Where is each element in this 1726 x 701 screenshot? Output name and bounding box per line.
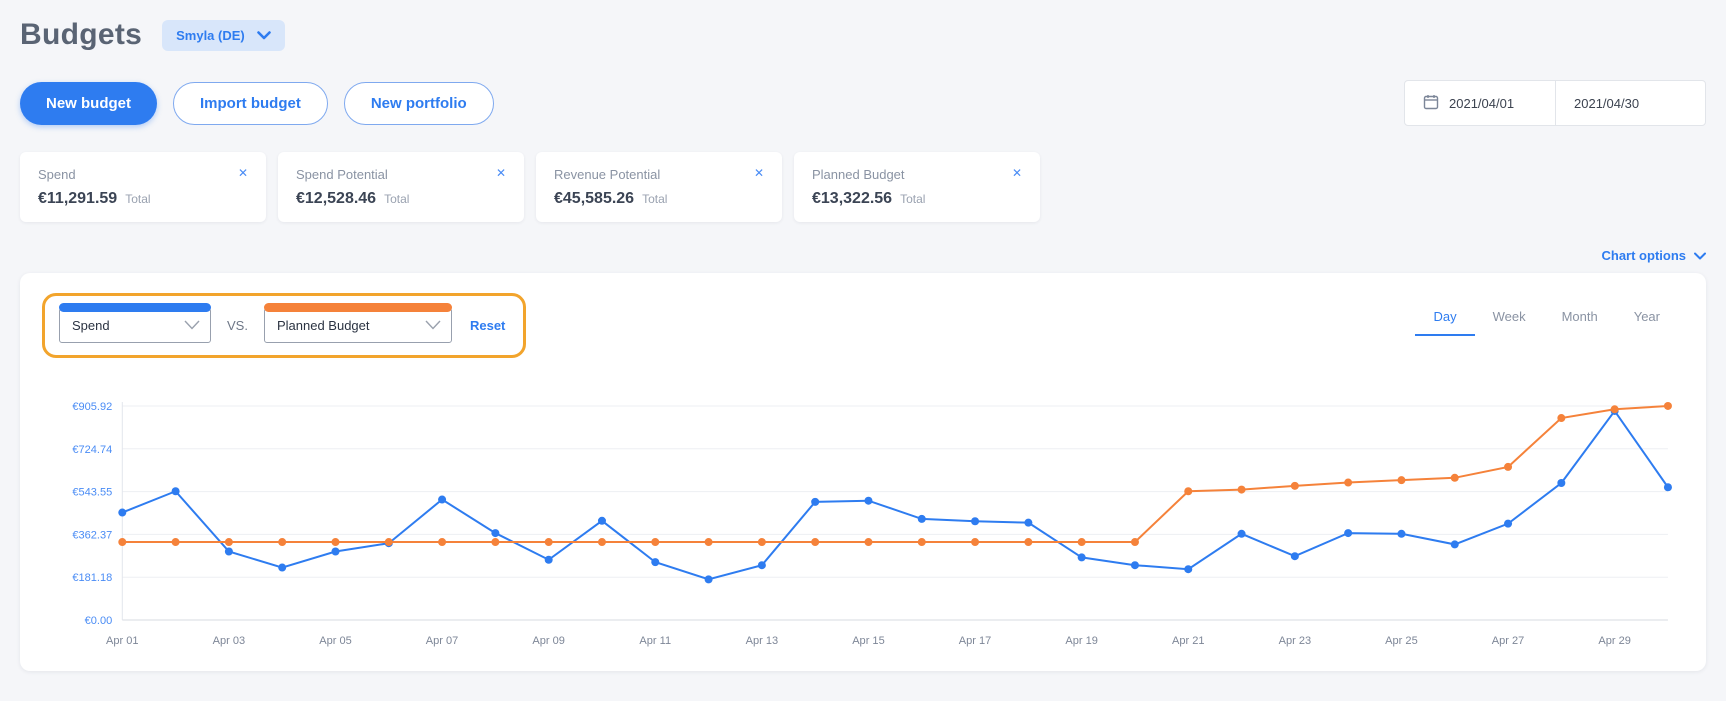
chevron-down-icon <box>184 318 200 333</box>
tab-month[interactable]: Month <box>1544 309 1616 336</box>
close-icon[interactable]: ✕ <box>1012 167 1022 179</box>
chevron-down-icon <box>256 28 271 43</box>
page-title: Budgets <box>20 18 143 51</box>
metric-value: €11,291.59 <box>38 190 118 207</box>
page-header: Budgets Smyla (DE) <box>20 18 1706 52</box>
svg-text:Apr 07: Apr 07 <box>426 635 459 647</box>
metric-label: Revenue Potential <box>554 167 661 182</box>
line-chart-svg: €0.00 €181.18 €362.37 €543.55 €724.74 €905.92… <box>72 401 1672 647</box>
svg-text:€0.00: €0.00 <box>85 615 113 627</box>
metric-value: €13,322.56 <box>812 190 893 207</box>
chart-controls: Spend VS. Planned Budget Reset Day Week … <box>42 293 1684 358</box>
account-selector[interactable]: Smyla (DE) <box>162 19 285 51</box>
tab-day[interactable]: Day <box>1415 309 1475 336</box>
svg-text:Apr 23: Apr 23 <box>1279 635 1312 647</box>
series-compare-highlight: Spend VS. Planned Budget Reset <box>42 293 527 358</box>
date-range-picker: 2021/04/01 2021/04/30 <box>1404 80 1706 126</box>
calendar-icon <box>1423 94 1439 113</box>
date-start-value: 2021/04/01 <box>1449 95 1515 111</box>
tab-year[interactable]: Year <box>1616 309 1678 336</box>
toolbar: New budget Import budget New portfolio 2… <box>20 80 1706 126</box>
svg-text:€724.74: €724.74 <box>72 444 112 456</box>
date-start-field[interactable]: 2021/04/01 <box>1405 81 1555 125</box>
granularity-tabs: Day Week Month Year <box>1415 309 1678 336</box>
close-icon[interactable]: ✕ <box>754 167 764 179</box>
metric-label: Spend Potential <box>296 167 388 182</box>
chevron-down-icon <box>1694 248 1706 263</box>
chart-options-label: Chart options <box>1601 248 1687 263</box>
tab-week[interactable]: Week <box>1475 309 1544 336</box>
svg-text:€543.55: €543.55 <box>72 487 112 499</box>
svg-text:Apr 25: Apr 25 <box>1385 635 1418 647</box>
left-series-dropdown[interactable]: Spend <box>59 303 211 343</box>
svg-text:Apr 13: Apr 13 <box>746 635 779 647</box>
metric-cards: Spend ✕ €11,291.59 Total Spend Potential… <box>20 152 1706 222</box>
account-selector-value: Smyla (DE) <box>176 27 245 43</box>
metric-label: Spend <box>38 167 76 182</box>
metric-card-spend-potential: Spend Potential ✕ €12,528.46 Total <box>278 152 524 222</box>
svg-text:Apr 29: Apr 29 <box>1598 635 1631 647</box>
svg-text:Apr 19: Apr 19 <box>1065 635 1098 647</box>
budgets-page: Budgets Smyla (DE) New budget Import bud… <box>0 0 1726 671</box>
svg-text:€905.92: €905.92 <box>72 401 112 413</box>
svg-text:Apr 05: Apr 05 <box>319 635 352 647</box>
budget-actions: New budget Import budget New portfolio <box>20 81 494 125</box>
close-icon[interactable]: ✕ <box>238 167 248 179</box>
chevron-down-icon <box>425 318 441 333</box>
right-series-value: Planned Budget <box>276 318 370 333</box>
close-icon[interactable]: ✕ <box>496 167 506 179</box>
new-portfolio-button[interactable]: New portfolio <box>343 81 494 125</box>
svg-text:Apr 15: Apr 15 <box>852 635 885 647</box>
reset-button[interactable]: Reset <box>470 318 505 333</box>
chart-options-link[interactable]: Chart options <box>1601 248 1706 263</box>
metric-value: €12,528.46 <box>296 190 377 207</box>
date-end-value: 2021/04/30 <box>1574 95 1640 111</box>
metric-value: €45,585.26 <box>554 190 635 207</box>
metric-card-revenue-potential: Revenue Potential ✕ €45,585.26 Total <box>536 152 782 222</box>
metric-label: Planned Budget <box>812 167 905 182</box>
svg-text:Apr 11: Apr 11 <box>639 635 671 647</box>
vs-label: VS. <box>227 318 248 333</box>
chart-card: Spend VS. Planned Budget Reset Day Week … <box>20 273 1706 671</box>
right-series-dropdown[interactable]: Planned Budget <box>263 303 452 343</box>
metric-suffix: Total <box>900 192 926 206</box>
svg-text:€362.37: €362.37 <box>72 529 112 541</box>
metric-card-spend: Spend ✕ €11,291.59 Total <box>20 152 266 222</box>
planned-budget-series-color-bar <box>263 303 452 312</box>
metric-card-planned-budget: Planned Budget ✕ €13,322.56 Total <box>794 152 1040 222</box>
svg-text:Apr 01: Apr 01 <box>106 635 139 647</box>
date-end-field[interactable]: 2021/04/30 <box>1555 81 1705 125</box>
left-series-value: Spend <box>72 318 110 333</box>
svg-text:Apr 17: Apr 17 <box>959 635 992 647</box>
svg-text:Apr 03: Apr 03 <box>213 635 246 647</box>
spend-series-color-bar <box>59 303 211 312</box>
svg-text:Apr 21: Apr 21 <box>1172 635 1205 647</box>
chart-options-row: Chart options <box>20 248 1706 263</box>
budget-line-chart: €0.00 €181.18 €362.37 €543.55 €724.74 €905.92… <box>42 392 1684 659</box>
import-budget-button[interactable]: Import budget <box>173 81 328 125</box>
new-budget-button[interactable]: New budget <box>20 81 157 125</box>
metric-suffix: Total <box>125 192 151 206</box>
svg-text:€181.18: €181.18 <box>72 572 112 584</box>
metric-suffix: Total <box>384 192 410 206</box>
svg-text:Apr 09: Apr 09 <box>532 635 565 647</box>
svg-text:Apr 27: Apr 27 <box>1492 635 1525 647</box>
metric-suffix: Total <box>642 192 668 206</box>
